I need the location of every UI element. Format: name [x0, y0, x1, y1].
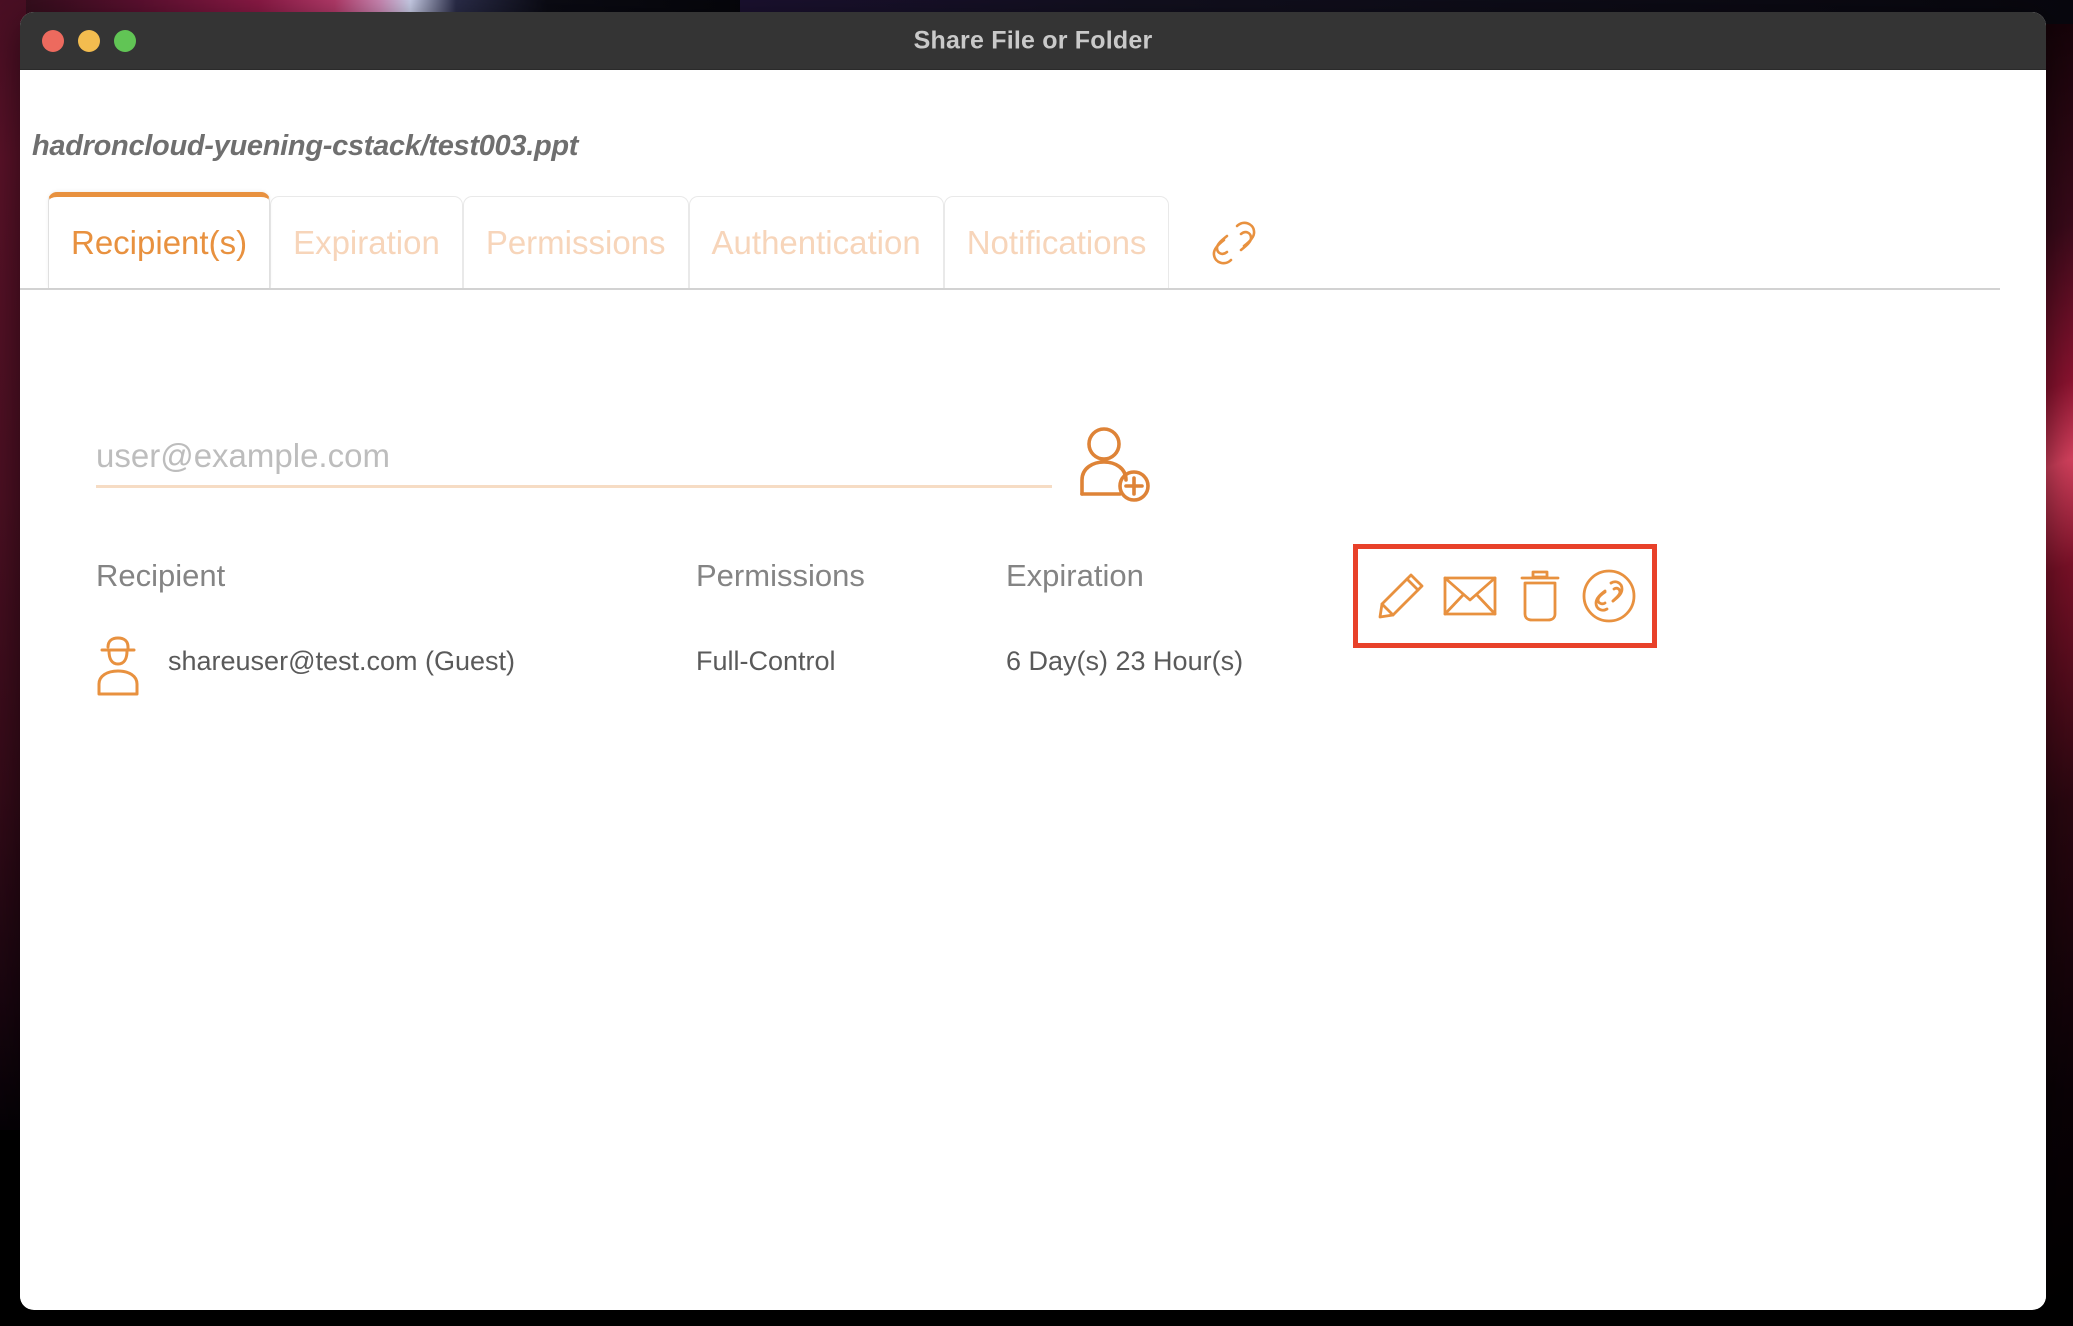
share-dialog-window: Share File or Folder hadroncloud-yuening… — [20, 12, 2046, 1310]
tab-notifications-label: Notifications — [966, 223, 1147, 261]
envelope-icon — [1443, 576, 1497, 616]
header-recipient: Recipient — [96, 558, 226, 593]
header-permissions: Permissions — [696, 558, 865, 593]
copy-link-button[interactable] — [1579, 566, 1639, 626]
email-button[interactable] — [1440, 566, 1500, 626]
table-header-row: Recipient Permissions Expiration — [20, 550, 2046, 630]
link-circle-icon — [1582, 569, 1636, 623]
tab-expiration-label: Expiration — [293, 223, 440, 261]
edit-button[interactable] — [1371, 566, 1431, 626]
trash-icon — [1520, 570, 1560, 622]
recipients-table: Recipient Permissions Expiration shareus… — [20, 550, 2046, 722]
cell-recipient: shareuser@test.com (Guest) — [168, 646, 516, 676]
link-icon[interactable] — [1203, 212, 1265, 274]
window-title: Share File or Folder — [913, 26, 1153, 54]
window-titlebar: Share File or Folder — [20, 12, 2046, 70]
tab-expiration[interactable]: Expiration — [270, 196, 463, 288]
table-row[interactable]: shareuser@test.com (Guest) Full-Control … — [20, 630, 2046, 722]
dialog-content: hadroncloud-yuening-cstack/test003.ppt R… — [20, 70, 2046, 1309]
tab-permissions-label: Permissions — [485, 223, 666, 261]
cell-permissions: Full-Control — [696, 646, 836, 676]
tab-bar: Recipient(s) Expiration Permissions Auth… — [20, 192, 2000, 290]
tab-authentication-label: Authentication — [711, 223, 921, 261]
recipient-email-input[interactable] — [96, 426, 1052, 488]
delete-button[interactable] — [1510, 566, 1570, 626]
pencil-icon — [1378, 573, 1424, 619]
tab-notifications[interactable]: Notifications — [943, 196, 1170, 288]
tab-recipients[interactable]: Recipient(s) — [48, 192, 271, 288]
tab-recipients-label: Recipient(s) — [71, 223, 248, 261]
file-path-label: hadroncloud-yuening-cstack/test003.ppt — [32, 130, 579, 162]
header-expiration: Expiration — [1006, 558, 1144, 593]
add-user-icon[interactable] — [1062, 418, 1158, 514]
recipient-input-row — [20, 418, 2046, 528]
tab-permissions[interactable]: Permissions — [462, 196, 689, 288]
guest-user-icon — [90, 634, 146, 696]
row-actions-highlight-box — [1353, 544, 1657, 648]
tab-authentication[interactable]: Authentication — [688, 196, 944, 288]
cell-expiration: 6 Day(s) 23 Hour(s) — [1006, 646, 1244, 676]
